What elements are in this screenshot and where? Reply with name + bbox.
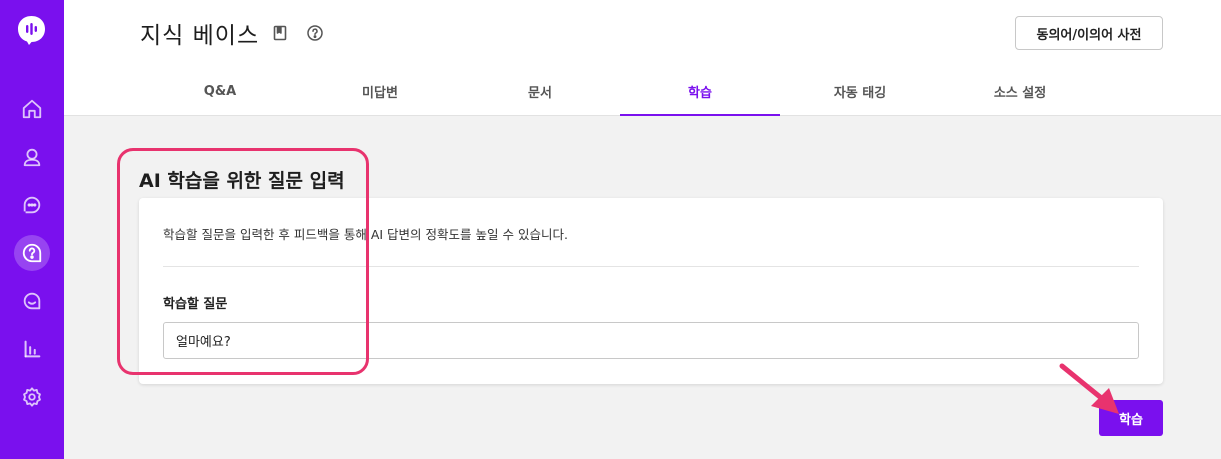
- train-button[interactable]: 학습: [1099, 400, 1163, 436]
- chat-bubble-logo-icon[interactable]: [17, 15, 46, 46]
- user-icon[interactable]: [14, 139, 50, 175]
- training-card: 학습할 질문을 입력한 후 피드백을 통해 AI 답변의 정확도를 높일 수 있…: [139, 198, 1163, 384]
- section-title: AI 학습을 위한 질문 입력: [139, 170, 345, 192]
- tab-source-settings[interactable]: 소스 설정: [940, 66, 1100, 116]
- dictionary-button[interactable]: 동의어/이의어 사전: [1015, 16, 1163, 50]
- knowledge-question-icon[interactable]: [14, 235, 50, 271]
- tab-unanswered[interactable]: 미답변: [300, 66, 460, 116]
- help-circle-icon[interactable]: [306, 24, 324, 42]
- question-input[interactable]: [163, 322, 1139, 359]
- question-label: 학습할 질문: [163, 297, 228, 312]
- tab-training[interactable]: 학습: [620, 66, 780, 116]
- header: 지식 베이스 동의어/이의어 사전 Q&A 미답변 문서 학습 자동 태깅 소스…: [64, 0, 1221, 116]
- gear-icon[interactable]: [14, 379, 50, 415]
- book-icon[interactable]: [271, 24, 289, 42]
- tab-qna[interactable]: Q&A: [140, 66, 300, 116]
- bar-chart-icon[interactable]: [14, 331, 50, 367]
- training-description: 학습할 질문을 입력한 후 피드백을 통해 AI 답변의 정확도를 높일 수 있…: [163, 227, 568, 242]
- message-icon[interactable]: [14, 283, 50, 319]
- tab-auto-tagging[interactable]: 자동 태깅: [780, 66, 940, 116]
- home-icon[interactable]: [14, 91, 50, 127]
- sidebar: [0, 0, 64, 459]
- chat-icon[interactable]: [14, 187, 50, 223]
- tab-documents[interactable]: 문서: [460, 66, 620, 116]
- divider: [163, 266, 1139, 267]
- tab-bar: Q&A 미답변 문서 학습 자동 태깅 소스 설정: [140, 66, 1100, 116]
- page-title: 지식 베이스: [140, 23, 260, 49]
